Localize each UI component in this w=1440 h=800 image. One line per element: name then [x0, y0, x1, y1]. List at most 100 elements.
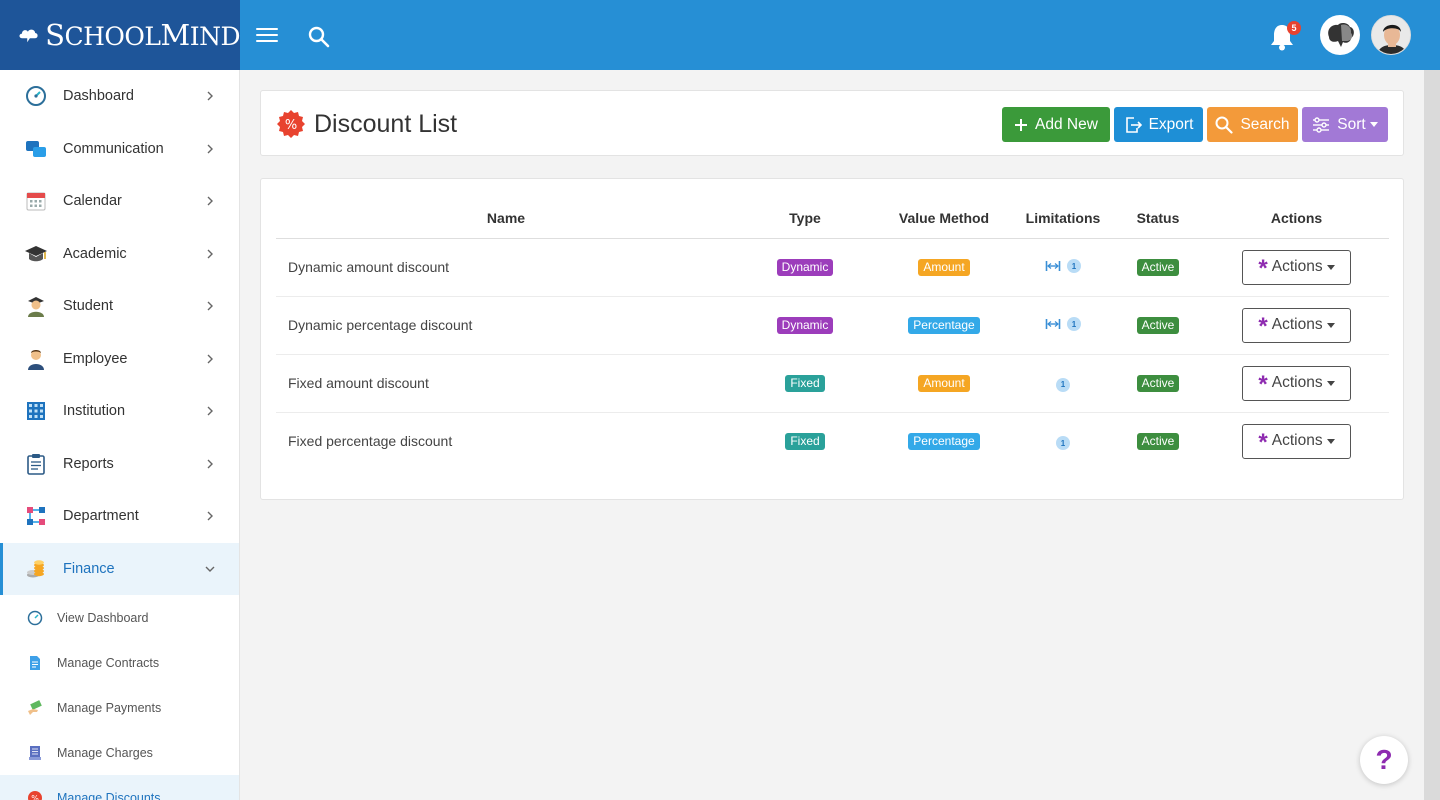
- add-new-label: Add New: [1035, 115, 1098, 133]
- actions-label: Actions: [1271, 316, 1323, 333]
- search-button[interactable]: Search: [1207, 107, 1298, 142]
- value-method-badge: Amount: [918, 375, 970, 392]
- chevron-right-icon: [207, 144, 213, 154]
- user-photo-icon: [1372, 16, 1410, 54]
- discount-name-cell: Fixed percentage discount: [288, 433, 453, 450]
- range-limit-icon[interactable]: [1045, 260, 1061, 272]
- actions-label: Actions: [1271, 432, 1323, 450]
- value-method-badge: Amount: [918, 259, 970, 276]
- help-button[interactable]: ?: [1360, 736, 1408, 784]
- document-icon: [26, 654, 44, 672]
- type-badge: Dynamic: [776, 317, 834, 334]
- discount-name-cell: Dynamic amount discount: [276, 238, 736, 297]
- table-row: Fixed amount discount Fixed Amount 1 Act…: [276, 354, 1389, 413]
- limit-count-badge[interactable]: 1: [1067, 259, 1081, 273]
- sidebar-item-calendar[interactable]: Calendar: [0, 175, 239, 228]
- svg-text:%: %: [31, 794, 39, 800]
- sidebar-subitem-label: Manage Contracts: [57, 655, 160, 670]
- calendar-icon: [24, 189, 48, 213]
- sidebar-subitem-view-dashboard[interactable]: View Dashboard: [0, 595, 239, 640]
- actions-dropdown-button[interactable]: * Actions: [1242, 307, 1351, 343]
- page-scrollbar[interactable]: [1424, 70, 1440, 800]
- chevron-right-icon: [207, 249, 213, 259]
- money-hand-icon: [26, 699, 44, 717]
- chevron-right-icon: [207, 511, 213, 521]
- sidebar-item-communication[interactable]: Communication: [0, 123, 239, 176]
- school-avatar[interactable]: [1320, 15, 1360, 55]
- sidebar-item-student[interactable]: Student: [0, 280, 239, 333]
- sidebar-item-employee[interactable]: Employee: [0, 333, 239, 386]
- chevron-right-icon: [207, 91, 213, 101]
- brand-initial-m: M: [160, 18, 191, 52]
- gauge-icon: [26, 609, 44, 627]
- sidebar-subitem-manage-contracts[interactable]: Manage Contracts: [0, 640, 239, 685]
- caret-down-icon: [1326, 322, 1335, 328]
- table-row: Fixed percentage discount Fixed Percenta…: [276, 412, 1389, 470]
- actions-dropdown-button[interactable]: * Actions: [1242, 365, 1351, 401]
- table-row: Dynamic amount discount Dynamic Amount 1…: [276, 238, 1389, 297]
- sidebar-item-dashboard[interactable]: Dashboard: [0, 70, 239, 123]
- brain-logo-icon: [1328, 22, 1354, 47]
- value-method-badge: Percentage: [908, 317, 980, 334]
- search-icon[interactable]: [308, 26, 330, 48]
- asterisk-icon: *: [1258, 370, 1268, 398]
- range-limit-icon[interactable]: [1045, 318, 1061, 330]
- search-icon: [1215, 116, 1234, 134]
- sidebar-item-department[interactable]: Department: [0, 490, 239, 543]
- sidebar-item-finance[interactable]: Finance: [0, 542, 239, 595]
- export-button[interactable]: Export: [1114, 107, 1203, 142]
- asterisk-icon: *: [1258, 312, 1268, 340]
- discount-table-card: Name Type Value Method Limitations Statu…: [260, 178, 1404, 500]
- discount-name-cell: Dynamic percentage discount: [276, 296, 736, 355]
- svg-text:%: %: [285, 118, 297, 133]
- column-header-limitations: Limitations: [1014, 199, 1112, 239]
- discount-name-cell: Fixed amount discount: [276, 354, 736, 413]
- chevron-right-icon: [207, 301, 213, 311]
- asterisk-icon: *: [1258, 428, 1268, 456]
- user-avatar[interactable]: [1371, 15, 1411, 55]
- table-header-row: Name Type Value Method Limitations Statu…: [276, 199, 1389, 239]
- sidebar-subitem-manage-discounts[interactable]: % Manage Discounts: [0, 775, 239, 800]
- search-label: Search: [1240, 115, 1290, 133]
- department-nodes-icon: [24, 504, 48, 528]
- add-new-button[interactable]: Add New: [1002, 107, 1110, 142]
- limit-count-badge[interactable]: 1: [1067, 317, 1081, 331]
- column-header-type: Type: [736, 199, 874, 239]
- chevron-right-icon: [207, 406, 213, 416]
- sidebar-item-institution[interactable]: Institution: [0, 385, 239, 438]
- brand-logo[interactable]: SCHOOLMIND: [0, 0, 241, 70]
- status-badge: Active: [1136, 433, 1180, 451]
- type-badge: Fixed: [785, 375, 825, 392]
- column-header-status: Status: [1112, 199, 1204, 239]
- sidebar-subitem-manage-payments[interactable]: Manage Payments: [0, 685, 239, 730]
- table-row: Dynamic percentage discount Dynamic Perc…: [276, 296, 1389, 355]
- type-badge: Fixed: [785, 433, 825, 451]
- building-grid-icon: [24, 399, 48, 423]
- discount-table: Name Type Value Method Limitations Statu…: [276, 199, 1389, 470]
- sidebar-subitem-label: Manage Payments: [57, 700, 162, 715]
- limit-count-badge[interactable]: 1: [1056, 377, 1070, 392]
- sliders-icon: [1313, 116, 1330, 133]
- brand-text-mind: IND: [189, 22, 241, 51]
- chevron-down-icon: [205, 566, 215, 572]
- chat-bubbles-icon: [24, 137, 48, 161]
- type-badge: Dynamic: [776, 259, 834, 276]
- sidebar-subitem-manage-charges[interactable]: Manage Charges: [0, 730, 239, 775]
- coins-icon: [24, 557, 48, 581]
- sidebar-item-academic[interactable]: Academic: [0, 228, 239, 281]
- actions-dropdown-button[interactable]: * Actions: [1242, 423, 1351, 459]
- sidebar-item-reports[interactable]: Reports: [0, 438, 239, 491]
- status-badge: Active: [1136, 317, 1180, 334]
- chevron-right-icon: [207, 354, 213, 364]
- actions-dropdown-button[interactable]: * Actions: [1242, 249, 1351, 285]
- page-header-card: % Discount List Add New Export Search So…: [260, 90, 1404, 156]
- export-icon: [1125, 116, 1142, 133]
- column-header-actions: Actions: [1204, 199, 1389, 239]
- discount-badge-icon: %: [277, 110, 305, 138]
- caret-down-icon: [1326, 380, 1335, 386]
- sort-dropdown-button[interactable]: Sort: [1302, 107, 1388, 142]
- caret-down-icon: [1326, 438, 1335, 444]
- limit-count-badge[interactable]: 1: [1056, 436, 1070, 450]
- hamburger-menu-icon[interactable]: [256, 25, 278, 45]
- column-header-value-method: Value Method: [874, 199, 1014, 239]
